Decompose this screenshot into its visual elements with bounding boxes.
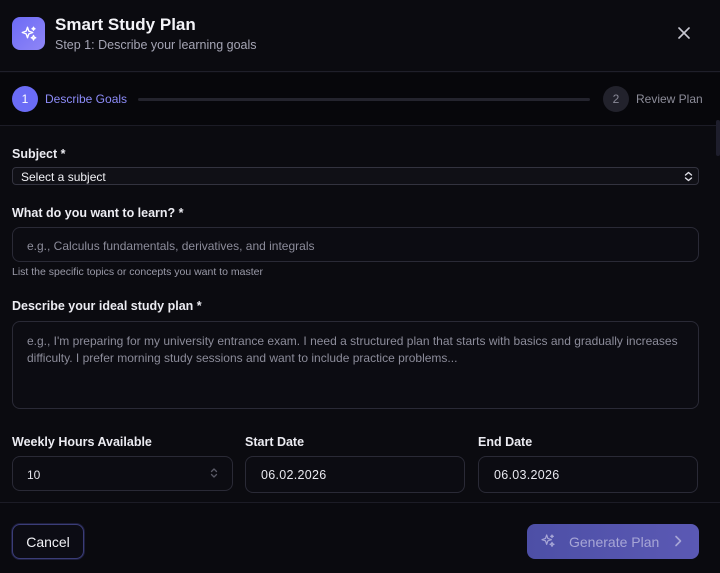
weekly-hours-input[interactable]: 10 — [12, 456, 233, 491]
start-date-label: Start Date — [245, 435, 305, 449]
subject-select[interactable]: Select a subject — [12, 167, 699, 185]
stepper-arrows-icon[interactable] — [210, 467, 218, 479]
scrollbar-thumb[interactable] — [716, 120, 720, 156]
subject-select-value: Select a subject — [21, 170, 106, 184]
modal-subtitle: Step 1: Describe your learning goals — [55, 38, 257, 52]
end-date-label: End Date — [478, 435, 533, 449]
modal-footer: Cancel Generate Plan — [0, 502, 720, 573]
step-2-label: Review Plan — [636, 92, 703, 106]
step-2-circle: 2 — [603, 86, 629, 112]
step-indicator: 1 Describe Goals 2 Review Plan — [0, 73, 720, 126]
end-date-input[interactable]: 06.03.2026 — [478, 456, 698, 493]
start-date-input[interactable]: 06.02.2026 — [245, 456, 465, 493]
sparkles-icon — [12, 17, 45, 50]
study-plan-modal: Smart Study Plan Step 1: Describe your l… — [0, 0, 720, 573]
modal-header: Smart Study Plan Step 1: Describe your l… — [0, 0, 720, 72]
weekly-hours-label: Weekly Hours Available — [12, 435, 152, 449]
step-1-circle: 1 — [12, 86, 38, 112]
learn-input[interactable]: e.g., Calculus fundamentals, derivatives… — [12, 227, 699, 262]
sparkles-icon — [541, 534, 555, 547]
close-button[interactable] — [672, 21, 696, 45]
subject-label: Subject * — [12, 147, 66, 161]
plan-label: Describe your ideal study plan * — [12, 299, 202, 313]
step-1-label: Describe Goals — [45, 92, 128, 106]
step-progress-track — [138, 98, 590, 101]
generate-plan-button[interactable]: Generate Plan — [527, 524, 699, 559]
modal-title: Smart Study Plan — [55, 15, 196, 34]
learn-label: What do you want to learn? * — [12, 206, 184, 220]
weekly-hours-value: 10 — [27, 468, 41, 482]
close-icon — [678, 27, 690, 39]
learn-hint: List the specific topics or concepts you… — [12, 266, 263, 278]
chevron-right-icon — [675, 535, 682, 547]
plan-textarea[interactable]: e.g., I'm preparing for my university en… — [12, 321, 699, 409]
cancel-button[interactable]: Cancel — [12, 524, 84, 559]
generate-plan-label: Generate Plan — [569, 534, 660, 550]
chevron-updown-icon — [684, 171, 693, 182]
